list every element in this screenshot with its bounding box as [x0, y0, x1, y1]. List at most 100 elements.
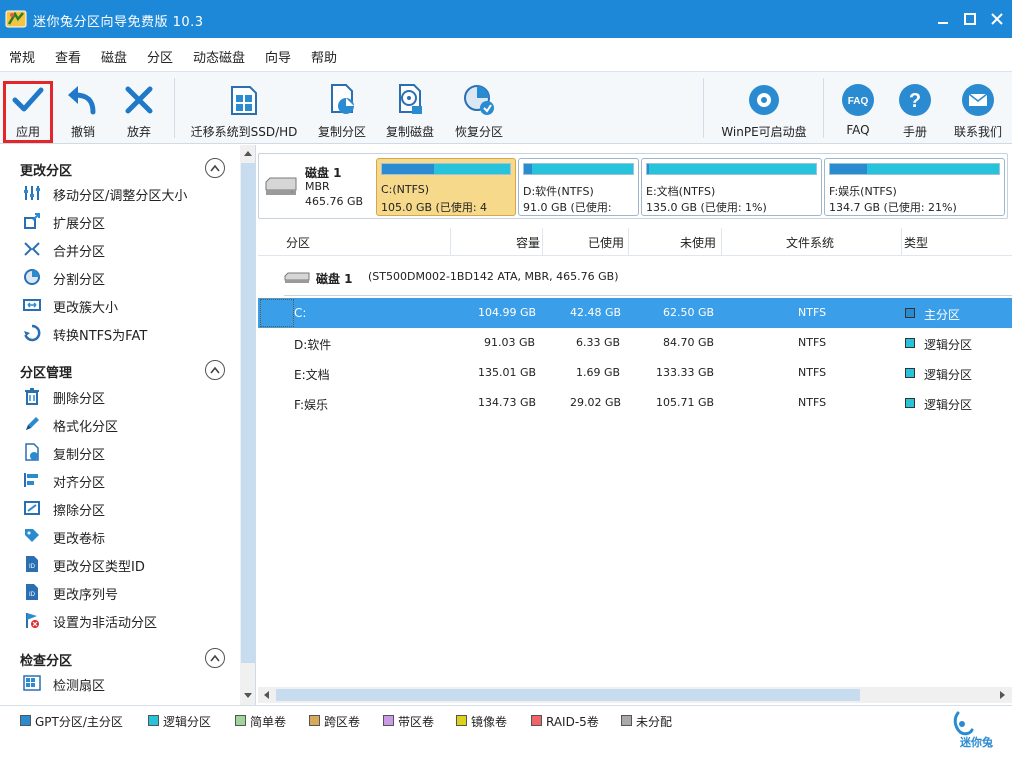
disk-map-name: 磁盘 1 [305, 166, 342, 180]
help-question-icon: ? [899, 84, 931, 116]
horizontal-scrollbar-thumb[interactable] [276, 689, 860, 701]
sidebar-item-format[interactable]: 格式化分区 [20, 413, 235, 437]
maximize-button[interactable] [957, 6, 983, 32]
recover-partition-button[interactable]: 恢复分区 [448, 72, 510, 144]
legend-swatch [456, 715, 467, 726]
minimize-button[interactable] [930, 6, 956, 32]
collapse-partition-management-button[interactable] [205, 360, 225, 380]
partition-block-f[interactable]: F:娱乐(NTFS) 134.7 GB (已使用: 21%) [824, 158, 1005, 216]
table-horizontal-scrollbar[interactable] [258, 687, 1012, 703]
sidebar-item-label: 复制分区 [53, 448, 106, 463]
sidebar-item-copy[interactable]: 复制分区 [20, 441, 235, 465]
sidebar-item-align[interactable]: 对齐分区 [20, 469, 235, 493]
faq-button[interactable]: FAQ FAQ [833, 72, 883, 144]
sidebar-item-change-label[interactable]: 更改卷标 [20, 525, 235, 549]
merge-partition-icon [24, 242, 40, 256]
legend-label: RAID-5卷 [546, 715, 599, 729]
legend-swatch [383, 715, 394, 726]
sidebar-item-set-inactive[interactable]: 设置为非活动分区 [20, 609, 235, 633]
close-button[interactable] [984, 6, 1010, 32]
column-divider[interactable] [721, 228, 722, 256]
table-row[interactable]: C: 104.99 GB 42.48 GB 62.50 GB NTFS 主分区 [258, 298, 1012, 328]
sidebar-item-label: 更改分区类型ID [53, 560, 145, 575]
disk-map-disk-info[interactable]: 磁盘 1 MBR 465.76 GB [259, 154, 375, 218]
menu-help[interactable]: 帮助 [311, 47, 337, 66]
winpe-bootable-button[interactable]: WinPE可启动盘 [712, 72, 816, 144]
sidebar-item-extend[interactable]: 扩展分区 [20, 210, 235, 234]
contact-us-button[interactable]: 联系我们 [948, 72, 1008, 144]
menu-disk[interactable]: 磁盘 [101, 47, 127, 66]
toolbar-separator [703, 78, 704, 138]
menu-partition[interactable]: 分区 [147, 47, 173, 66]
sidebar-item-split[interactable]: 分割分区 [20, 266, 235, 290]
cluster-size-icon [23, 299, 41, 311]
discard-button[interactable]: 放弃 [114, 72, 164, 144]
row-unused: 84.70 GB [663, 336, 715, 349]
column-divider[interactable] [628, 228, 629, 256]
sidebar-item-move-resize[interactable]: 移动分区/调整分区大小 [20, 182, 235, 206]
sidebar-item-merge[interactable]: 合并分区 [20, 238, 235, 262]
partition-block-c[interactable]: C:(NTFS) 105.0 GB (已使用: 4 [376, 158, 516, 216]
menu-view[interactable]: 查看 [55, 47, 81, 66]
menu-dynamic-disk[interactable]: 动态磁盘 [193, 47, 245, 66]
column-divider[interactable] [542, 228, 543, 256]
sidebar-item-label: 检测扇区 [53, 679, 106, 694]
legend-swatch [148, 715, 159, 726]
faq-icon: FAQ [842, 84, 874, 116]
menu-general[interactable]: 常规 [9, 47, 35, 66]
sidebar-item-wipe[interactable]: 擦除分区 [20, 497, 235, 521]
sidebar-item-change-serial[interactable]: ID 更改序列号 [20, 581, 235, 605]
toolbar: 应用 撤销 放弃 迁移系统到SSD/HD 复制分区 复制磁盘 恢复分区 WinP… [0, 72, 1012, 144]
column-header-unused[interactable]: 未使用 [680, 234, 716, 251]
legend-label: 跨区卷 [324, 715, 361, 729]
sidebar-item-label: 移动分区/调整分区大小 [53, 189, 188, 204]
sidebar-item-delete[interactable]: 删除分区 [20, 385, 235, 409]
scroll-down-arrow-icon[interactable] [244, 693, 252, 699]
table-row[interactable]: D:软件 91.03 GB 6.33 GB 84.70 GB NTFS 逻辑分区 [258, 328, 1012, 358]
disk-group-row[interactable]: 磁盘 1 (ST500DM002-1BD142 ATA, MBR, 465.76… [258, 260, 1012, 296]
scroll-right-arrow-icon[interactable] [1000, 691, 1006, 699]
row-partition-type: 逻辑分区 [924, 368, 973, 382]
row-filesystem: NTFS [798, 366, 827, 379]
scroll-up-arrow-icon[interactable] [244, 150, 252, 156]
collapse-change-partition-button[interactable] [205, 158, 225, 178]
sidebar-item-label: 更改簇大小 [53, 301, 119, 316]
menu-wizard[interactable]: 向导 [265, 47, 291, 66]
copy-disk-label: 复制磁盘 [385, 125, 434, 139]
partition-block-d[interactable]: D:软件(NTFS) 91.0 GB (已使用: [518, 158, 639, 216]
copy-partition-button[interactable]: 复制分区 [312, 72, 372, 144]
undo-button[interactable]: 撤销 [58, 72, 108, 144]
sidebar-item-label: 更改卷标 [53, 532, 106, 547]
table-row[interactable]: E:文档 135.01 GB 1.69 GB 133.33 GB NTFS 逻辑… [258, 358, 1012, 388]
column-header-type[interactable]: 类型 [904, 234, 928, 251]
table-row[interactable]: F:娱乐 134.73 GB 29.02 GB 105.71 GB NTFS 逻… [258, 388, 1012, 418]
row-used: 1.69 GB [576, 366, 621, 379]
column-header-capacity[interactable]: 容量 [516, 234, 540, 251]
sidebar-item-label: 转换NTFS为FAT [53, 329, 148, 344]
manual-button[interactable]: ? 手册 [890, 72, 940, 144]
partition-block-e[interactable]: E:文档(NTFS) 135.0 GB (已使用: 1%) [641, 158, 822, 216]
column-divider[interactable] [901, 228, 902, 256]
sidebar-item-change-type-id[interactable]: ID 更改分区类型ID [20, 553, 235, 577]
collapse-check-partition-button[interactable] [205, 648, 225, 668]
column-divider[interactable] [450, 228, 451, 256]
sidebar-scrollbar-thumb[interactable] [241, 163, 255, 663]
legend-label: 带区卷 [398, 715, 435, 729]
copy-disk-button[interactable]: 复制磁盘 [380, 72, 440, 144]
column-header-partition[interactable]: 分区 [286, 234, 310, 251]
column-header-filesystem[interactable]: 文件系统 [786, 234, 834, 251]
scroll-left-arrow-icon[interactable] [263, 691, 269, 699]
sidebar-item-surface-test[interactable]: 检测扇区 [20, 672, 235, 696]
sidebar-item-convert-ntfs-fat[interactable]: 转换NTFS为FAT [20, 322, 235, 346]
row-used: 29.02 GB [570, 396, 622, 409]
copy-partition-label: 复制分区 [317, 125, 366, 139]
column-header-used[interactable]: 已使用 [588, 234, 624, 251]
migrate-os-button[interactable]: 迁移系统到SSD/HD [188, 72, 300, 144]
row-used: 42.48 GB [570, 306, 622, 319]
svg-text:ID: ID [29, 564, 36, 570]
undo-label: 撤销 [70, 125, 95, 139]
sidebar-item-cluster-size[interactable]: 更改簇大小 [20, 294, 235, 318]
copy-icon [25, 443, 39, 461]
app-logo-icon [5, 10, 27, 28]
disk-map-type: MBR [305, 180, 330, 193]
